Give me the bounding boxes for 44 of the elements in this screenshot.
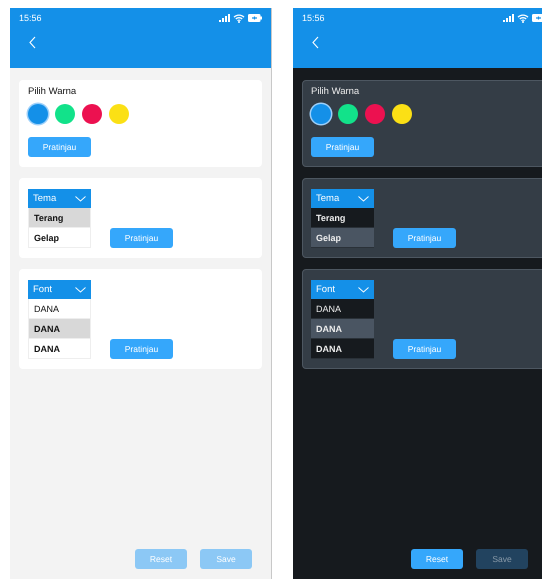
dropdown-option[interactable]: DANA [28,339,91,359]
dropdown-option[interactable]: DANA [311,319,374,339]
signal-icon [219,14,230,22]
color-swatch[interactable] [55,104,75,124]
signal-icon [503,14,514,22]
dropdown-option[interactable]: Gelap [28,228,91,248]
preview-button[interactable]: Pratinjau [28,137,91,157]
dropdown-option[interactable]: Gelap [311,228,374,248]
back-icon[interactable] [312,36,319,49]
color-swatch[interactable] [338,104,358,124]
preview-button[interactable]: Pratinjau [110,339,173,359]
dropdown-option[interactable]: DANA [311,299,374,319]
back-icon[interactable] [29,36,36,49]
color-swatch[interactable] [109,104,129,124]
color-swatch[interactable] [365,104,385,124]
preview-button[interactable]: Pratinjau [311,137,374,157]
preview-button[interactable]: Pratinjau [393,339,456,359]
chevron-down-icon [358,286,369,292]
dropdown-option[interactable]: DANA [28,299,91,319]
chevron-down-icon [358,196,369,202]
battery-icon [248,14,262,22]
status-time: 15:56 [302,13,325,23]
card-title: Pilih Warna [311,86,360,97]
dropdown-option[interactable]: Terang [28,208,91,228]
theme-dropdown[interactable]: Tema [311,189,374,208]
chevron-down-icon [75,286,86,292]
color-swatch[interactable] [28,104,48,124]
preview-button[interactable]: Pratinjau [393,228,456,248]
card-title: Pilih Warna [28,86,76,97]
dropdown-option[interactable]: Terang [311,208,374,228]
dropdown-option[interactable]: DANA [311,339,374,359]
wifi-icon [517,14,529,22]
chevron-down-icon [75,196,86,202]
theme-dropdown[interactable]: Tema [28,189,91,208]
status-time: 15:56 [19,13,42,23]
color-swatch[interactable] [82,104,102,124]
font-dropdown[interactable]: Font [28,280,91,299]
dropdown-option[interactable]: DANA [28,319,91,339]
preview-button[interactable]: Pratinjau [110,228,173,248]
color-swatch[interactable] [392,104,412,124]
wifi-icon [233,14,245,22]
color-swatch[interactable] [311,104,331,124]
font-dropdown[interactable]: Font [311,280,374,299]
reset-button[interactable]: Reset [411,549,463,569]
